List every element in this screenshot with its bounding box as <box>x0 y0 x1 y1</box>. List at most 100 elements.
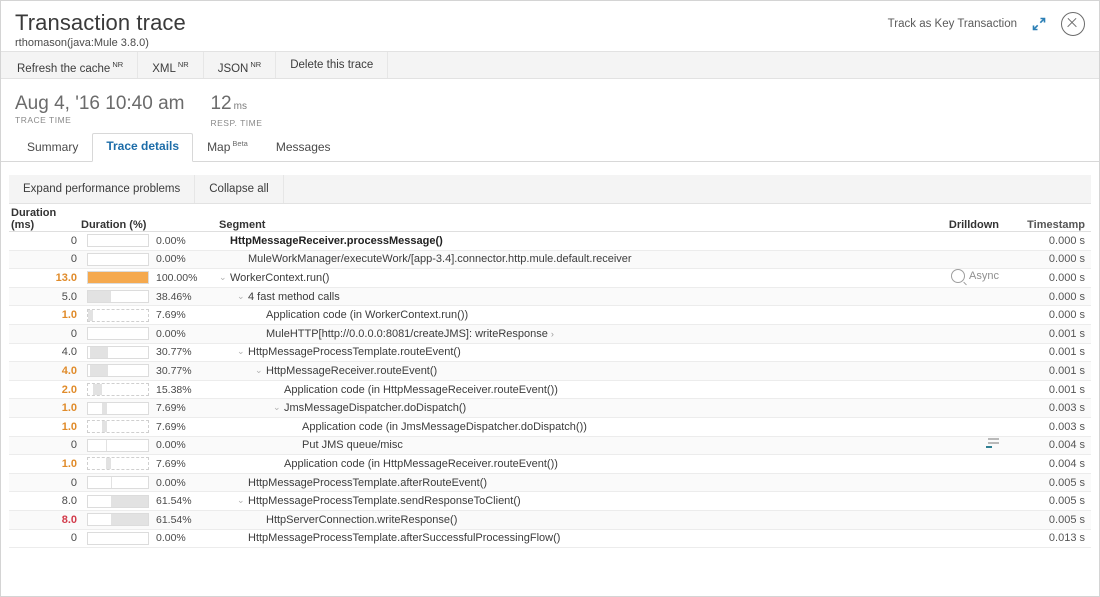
duration-percent: 30.77% <box>156 364 192 377</box>
duration-value: 8.0 <box>61 513 77 526</box>
chevron-down-icon[interactable]: ⌄ <box>237 346 246 357</box>
duration-percent: 0.00% <box>156 234 186 247</box>
table-row[interactable]: 0 0.00% ⌄HttpMessageProcessTemplate.afterS… <box>9 530 1091 549</box>
duration-value: 1.0 <box>61 309 77 322</box>
duration-bar-fill <box>101 402 107 414</box>
table-row[interactable]: 1.0 7.69% ⌄Application code (in HttpMessag… <box>9 455 1091 474</box>
refresh-cache-label: Refresh the cache <box>17 62 111 75</box>
table-row[interactable]: 0 0.00% ⌄MuleHTTP[http://0.0.0.0:8081/crea… <box>9 324 1091 344</box>
cell-duration-bar: 7.69% <box>81 420 209 434</box>
track-as-key-transaction-link[interactable]: Track as Key Transaction <box>888 18 1017 30</box>
duration-bar-track <box>87 327 149 341</box>
chevron-down-icon[interactable]: ⌄ <box>219 272 228 283</box>
segment-label: HttpMessageProcessTemplate.sendResponseT… <box>248 495 521 508</box>
table-header-row: Duration (ms) Duration (%) Segment Drill… <box>9 204 1091 232</box>
cell-duration-ms: 0 <box>9 532 81 544</box>
header-actions: Track as Key Transaction <box>888 12 1085 36</box>
magnifier-icon <box>951 269 966 284</box>
expand-performance-problems-button[interactable]: Expand performance problems <box>9 175 196 203</box>
collapse-all-button[interactable]: Collapse all <box>195 175 284 203</box>
cell-drilldown <box>885 438 1005 452</box>
cell-duration-bar: 38.46% <box>81 290 209 304</box>
column-header-timestamp: Timestamp <box>1027 219 1085 231</box>
chevron-down-icon[interactable]: ⌄ <box>273 402 282 413</box>
resp-time-value: 12 <box>210 93 232 114</box>
summary-strip: Aug 4, '16 10:40 am TRACE TIME 12 ms RESP… <box>1 79 1099 131</box>
chevron-down-icon[interactable]: ⌄ <box>237 291 246 302</box>
cell-duration-ms: 4.0 <box>9 346 81 358</box>
cell-timestamp: 0.000 s <box>1048 290 1085 303</box>
segment-label: HttpServerConnection.writeResponse() <box>266 513 458 526</box>
tab-trace-details-label: Trace details <box>106 139 180 153</box>
cell-duration-bar: 61.54% <box>81 494 209 508</box>
table-row[interactable]: 4.0 30.77% ⌄ HttpMessageProcessTemplate.rou… <box>9 344 1091 363</box>
chevron-right-icon[interactable]: › <box>551 329 554 339</box>
column-header-duration-ms: Duration (ms) <box>11 207 57 231</box>
table-row[interactable]: 8.0 61.54% ⌄ HttpMessageProcessTemplate.sen… <box>9 492 1091 511</box>
chevron-down-icon[interactable]: ⌄ <box>237 495 246 506</box>
segment-label: HttpMessageReceiver.routeEvent() <box>266 364 438 377</box>
stack-icon[interactable] <box>986 438 999 449</box>
duration-bar-track <box>87 457 149 471</box>
tab-summary[interactable]: Summary <box>13 134 92 162</box>
delete-trace-button[interactable]: Delete this trace <box>276 52 389 78</box>
xml-button[interactable]: XML NR <box>138 52 204 78</box>
tab-trace-details[interactable]: Trace details <box>92 133 194 162</box>
duration-bar-track <box>87 252 149 266</box>
cell-duration-bar: 0.00% <box>81 234 209 248</box>
cell-duration-ms: 4.0 <box>9 365 81 377</box>
table-row[interactable]: 1.0 7.69% ⌄ JmsMessageDispatcher.doDispatch… <box>9 399 1091 418</box>
duration-percent: 0.00% <box>156 439 186 452</box>
chevron-down-icon[interactable]: ⌄ <box>255 365 264 376</box>
close-icon[interactable] <box>1061 12 1085 36</box>
table-row[interactable]: 0 0.00% ⌄HttpMessageProcessTemplate.afterR… <box>9 473 1091 493</box>
cell-timestamp: 0.001 s <box>1048 327 1085 340</box>
table-row[interactable]: 1.0 7.69% ⌄Application code (in WorkerCont… <box>9 306 1091 325</box>
cell-duration-bar: 30.77% <box>81 345 209 359</box>
json-button[interactable]: JSON NR <box>204 52 277 78</box>
tab-map[interactable]: Map Beta <box>193 133 262 162</box>
duration-bar-track <box>87 531 149 545</box>
caret-spacer: ⌄ <box>291 439 300 450</box>
cell-segment: ⌄Application code (in JmsMessageDispatch… <box>209 421 885 433</box>
duration-value: 4.0 <box>61 364 77 377</box>
table-row[interactable]: 8.0 61.54% ⌄HttpServerConnection.writeResp… <box>9 510 1091 530</box>
table-row[interactable]: 13.0 100.00% ⌄ WorkerContext.run() Async 0.00… <box>9 269 1091 288</box>
table-row[interactable]: 2.0 15.38% ⌄Application code (in HttpMessa… <box>9 381 1091 400</box>
cell-segment: ⌄ HttpMessageReceiver.routeEvent() <box>209 365 885 377</box>
table-row[interactable]: 4.0 30.77% ⌄ HttpMessageReceiver.routeEvent… <box>9 362 1091 381</box>
drilldown-async-link[interactable]: Async <box>951 269 999 284</box>
cell-duration-bar: 100.00% <box>81 271 209 285</box>
table-row[interactable]: 0 0.00% ⌄Put JMS queue/misc 0.004 s <box>9 436 1091 456</box>
cell-duration-bar: 7.69% <box>81 308 209 322</box>
tab-messages-label: Messages <box>275 140 331 154</box>
cell-duration-ms: 8.0 <box>9 495 81 507</box>
segment-label: HttpMessageProcessTemplate.afterSuccessf… <box>248 532 561 545</box>
caret-spacer: ⌄ <box>273 458 282 469</box>
refresh-cache-button[interactable]: Refresh the cache NR <box>1 52 139 78</box>
cell-timestamp: 0.000 s <box>1048 234 1085 247</box>
cell-segment: ⌄MuleHTTP[http://0.0.0.0:8081/createJMS]… <box>209 328 885 340</box>
segment-label: JmsMessageDispatcher.doDispatch() <box>284 402 467 415</box>
table-row[interactable]: 0 0.00% ⌄MuleWorkManager/executeWork/[app-… <box>9 250 1091 270</box>
cell-segment: ⌄HttpMessageReceiver.processMessage() <box>209 235 885 247</box>
tab-map-label: Map <box>207 140 231 154</box>
cell-duration-bar: 0.00% <box>81 438 209 452</box>
table-row[interactable]: 1.0 7.69% ⌄Application code (in JmsMessage… <box>9 418 1091 437</box>
table-row[interactable]: 0 0.00% ⌄HttpMessageReceiver.processMessag… <box>9 232 1091 251</box>
table-row[interactable]: 5.0 38.46% ⌄ 4 fast method calls 0.000 s <box>9 287 1091 307</box>
segment-label: WorkerContext.run() <box>230 271 330 284</box>
duration-percent: 0.00% <box>156 253 186 266</box>
duration-percent: 100.00% <box>156 271 198 284</box>
duration-bar-track <box>87 438 149 452</box>
column-header-duration-pct: Duration (%) <box>81 219 147 231</box>
cell-duration-ms: 1.0 <box>9 421 81 433</box>
drilldown-label: Async <box>969 270 999 283</box>
expand-icon[interactable] <box>1031 16 1047 32</box>
cell-duration-ms: 1.0 <box>9 458 81 470</box>
duration-value: 0 <box>70 476 77 489</box>
cell-duration-bar: 30.77% <box>81 364 209 378</box>
resp-time-label: RESP. TIME <box>210 118 263 128</box>
caret-spacer: ⌄ <box>255 328 264 339</box>
tab-messages[interactable]: Messages <box>262 134 345 162</box>
